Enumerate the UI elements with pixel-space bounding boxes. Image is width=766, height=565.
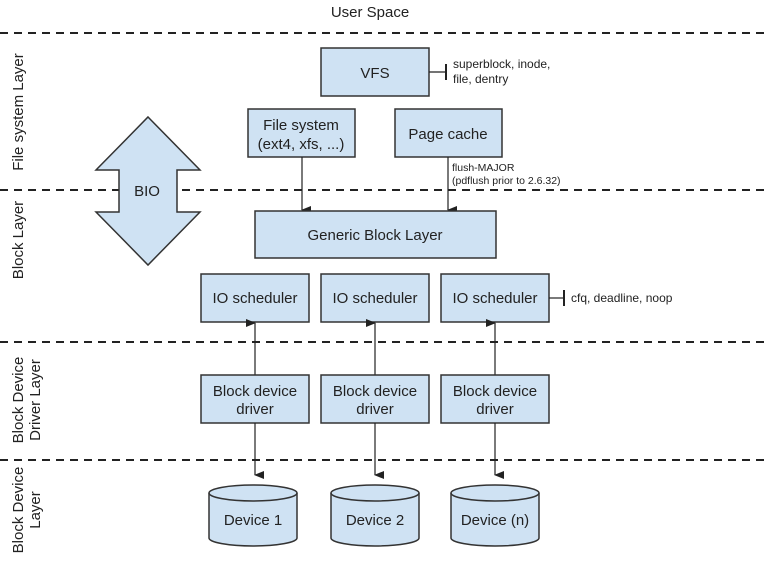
layer-label-device: Block Device — [10, 467, 27, 554]
device-label: Device (n) — [461, 512, 529, 529]
device-label: Device 2 — [346, 512, 404, 529]
flush-annotation: flush-MAJOR — [452, 162, 515, 174]
scheduler-annotation: cfq, deadline, noop — [571, 291, 673, 305]
column-3: IO scheduler cfq, deadline, noop Block d… — [440, 273, 673, 547]
filesystem-label: File system — [263, 117, 339, 134]
layer-label-driver: Driver Layer — [27, 359, 44, 441]
bio-label: BIO — [134, 183, 160, 200]
io-scheduler-label: IO scheduler — [452, 290, 537, 307]
io-scheduler-label: IO scheduler — [332, 290, 417, 307]
driver-label: Block device — [333, 383, 417, 400]
device-label: Device 1 — [224, 512, 282, 529]
driver-label: Block device — [453, 383, 537, 400]
user-space-label: User Space — [331, 4, 409, 21]
driver-label: driver — [476, 401, 514, 418]
io-scheduler-label: IO scheduler — [212, 290, 297, 307]
driver-label: Block device — [213, 383, 297, 400]
layer-label-fs: File system Layer — [10, 53, 27, 171]
page-cache-label: Page cache — [408, 126, 487, 143]
flush-annotation: (pdflush prior to 2.6.32) — [452, 175, 561, 187]
column-2: IO scheduler Block device driver Device … — [320, 273, 430, 547]
generic-block-layer-label: Generic Block Layer — [307, 227, 442, 244]
vfs-annotation: file, dentry — [453, 72, 508, 86]
vfs-label: VFS — [360, 65, 389, 82]
column-1: IO scheduler Block device driver Device … — [200, 273, 310, 547]
driver-label: driver — [356, 401, 394, 418]
layer-label-driver: Block Device — [10, 357, 27, 444]
layer-label-device: Layer — [27, 491, 44, 529]
filesystem-label: (ext4, xfs, ...) — [258, 136, 345, 153]
vfs-annotation: superblock, inode, — [453, 57, 550, 71]
layer-label-block: Block Layer — [10, 201, 27, 279]
io-stack-diagram: User Space File system Layer Block Layer… — [0, 4, 766, 554]
driver-label: driver — [236, 401, 274, 418]
